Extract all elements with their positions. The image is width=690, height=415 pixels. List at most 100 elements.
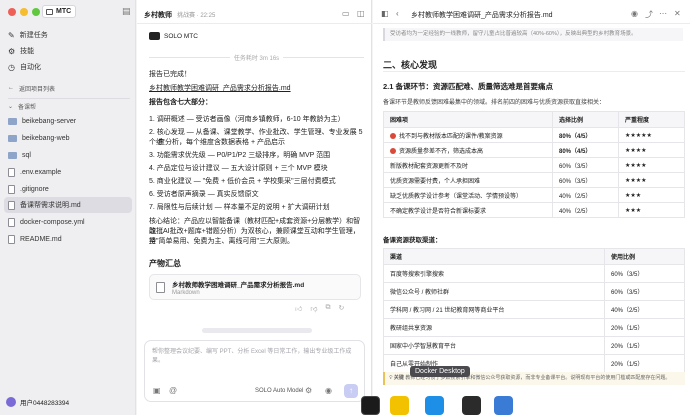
file-tree-item[interactable]: README.md [4,231,132,247]
chat-message-line: 7. 局限性与后续计划 — 样本量不足的说明 + 扩大调研计划 [149,204,330,211]
nav-skills[interactable]: ⚙ 技能 [4,43,132,59]
back-to-projects[interactable]: ← 返回项目列表 [4,80,132,96]
lightbulb-icon: 💡︎ [389,375,393,381]
table-cell: 60%（3/5） [552,172,619,188]
nav-new-task[interactable]: ✎ 新建任务 [4,27,132,43]
sidebar: MTC ▤ ✎ 新建任务 ⚙ 技能 ◷ 自动化 ← 返回项目列表 ⌄ 备课帮 b… [0,0,136,415]
terminal-icon[interactable]: ▭ [342,9,350,18]
chevron-down-icon: ⌄ [8,103,14,110]
table-cell: 找不到与教材版本匹配的课件/教案资源 [383,127,553,143]
dock-tooltip: Docker Desktop [410,366,470,377]
intro-blockquote: 受访者均为一定经验的一线教师，留守儿童占比普遍较高（40%-60%），反映出典型… [383,28,683,41]
sidebar-toggle-icon[interactable]: ◧ [381,9,389,18]
table-cell: 优质资源需要付费，个人承担困难 [383,172,553,188]
user-profile[interactable]: 用户0448283394 [6,397,69,407]
subheading: 备课资源获取渠道： [383,237,442,244]
docker-app-icon[interactable] [425,396,444,415]
table-cell: ★★★ [618,202,685,218]
table-row: 优质资源需要付费，个人承担困难 60%（3/5） ★★★★ [383,172,685,188]
file-name: docker-compose.yml [20,218,85,226]
refresh-icon[interactable]: ↻ [338,304,344,313]
table-cell: 20%（1/5） [604,354,685,373]
file-tree-item-selected[interactable]: 备课帮需求说明.md [4,197,132,213]
close-icon[interactable]: ✕ [674,9,681,18]
agent-badge: SOLO MTC [149,32,198,40]
column-header: 使用比例 [604,248,685,265]
chat-input-box[interactable]: 帮你整理会议纪要、编写 PPT、分析 Excel 等日常工作，输出专业级工作成果… [144,340,365,402]
nav-automation[interactable]: ◷ 自动化 [4,59,132,75]
file-icon [8,217,15,227]
back-arrow-icon[interactable]: ‹ [396,9,399,18]
file-tree-item[interactable]: sql [4,147,132,163]
notes-app-icon[interactable] [390,396,409,415]
chat-message-line: 3. 功能需求优先级 — P0/P1/P2 三级排序，明确 MVP 范围 [149,152,331,159]
screenshot-app-icon[interactable] [462,396,481,415]
table-row: 新版教材配套资源更新不及时 60%（3/5） ★★★★ [383,157,685,173]
at-mention-icon[interactable]: @ [169,386,177,395]
chat-header: 乡村教师 挑战赛 · 22:25 [144,10,215,20]
table-cell: 60%（3/5） [604,264,685,283]
file-name: 备课帮需求说明.md [20,202,81,209]
model-selector[interactable]: SOLO Auto Model [255,388,303,394]
maximize-window-button[interactable] [32,8,40,16]
attach-image-icon[interactable]: ▣ [153,386,161,395]
chat-input-placeholder[interactable]: 帮你整理会议纪要、编写 PPT、分析 Excel 等日常工作，输出专业级工作成果… [152,348,357,366]
file-name: beikebang-web [22,134,70,142]
more-icon[interactable]: ⋯ [659,9,667,18]
task-duration: 任务耗时 3m 16s [149,53,364,62]
jetbrains-app-icon[interactable] [361,396,380,415]
table-cell: 缺乏优质教学设计参考（课堂活动、学情预设等） [383,187,553,203]
table-row: 百度等搜索引擎搜索 60%（3/5） [383,264,685,283]
close-window-button[interactable] [8,8,16,16]
copy-icon[interactable]: ⧉ [325,304,330,313]
difficulty-table: 困难项 选择比例 严重程度 找不到与教材版本匹配的课件/教案资源 80%（4/5… [383,111,685,218]
file-tree-item[interactable]: .gitignore [4,181,132,197]
file-name: beikebang-server [22,117,77,125]
project-name: 备课帮 [18,104,37,111]
table-cell: 学科网 / 教习网 / 21 世纪教育网等商业平台 [383,300,605,319]
table-cell: 80%（4/5） [552,142,619,158]
share-icon[interactable]: ⤴ [645,9,653,20]
workspace-name: MTC [56,8,72,15]
project-root[interactable]: ⌄ 备课帮 [4,98,132,114]
skill-icon: ⚙ [8,46,16,56]
thumbs-down-icon[interactable]: 👎︎ [310,304,317,313]
panel-toggle-icon[interactable]: ◫ [357,9,365,18]
file-tree-item[interactable]: .env.example [4,164,132,180]
chat-subtitle: 挑战赛 · 22:25 [177,13,216,19]
clock-icon: ◷ [8,62,15,72]
table-cell: 不确定教学设计是否符合新课标要求 [383,202,553,218]
scroll-indicator [202,328,312,333]
red-dot-icon [390,132,396,139]
artifact-card[interactable]: 乡村教师教学困难调研_产品需求分析报告.md Markdown [149,274,361,300]
chat-message-line: 1. 调研概述 — 受访者画像（河南乡镇教师，6-10 年教龄为主） [149,116,345,123]
divider [373,23,690,24]
report-link[interactable]: 乡村教师教学困难调研_产品需求分析报告.md [149,84,364,94]
table-row: 资源质量参差不齐，筛选成本高 80%（4/5） ★★★★ [383,142,685,158]
table-cell: ★★★★★ [618,127,685,143]
file-tree-item[interactable]: beikebang-server [4,113,132,129]
arrow-app-icon[interactable] [494,396,513,415]
user-name: 用户0448283394 [20,400,70,407]
table-header-row: 渠道 使用比例 [383,248,685,265]
file-tree-item[interactable]: docker-compose.yml [4,214,132,230]
folder-icon [8,134,17,142]
table-cell: ★★★★ [618,157,685,173]
table-cell: 20%（1/5） [604,336,685,355]
table-row: 教研组共享资源 20%（1/5） [383,318,685,337]
table-row: 国家中小学智慧教育平台 20%（1/5） [383,336,685,355]
settings-icon[interactable]: ⚙ [305,386,312,395]
workspace-switcher[interactable]: MTC [42,5,76,18]
minimize-window-button[interactable] [20,8,28,16]
document-viewer: ◧ ‹ 乡村教师教学困难调研_产品需求分析报告.md ◉ ⤴ ⋯ ✕ 受访者均为… [373,0,690,415]
send-button[interactable]: ↑ [344,384,358,398]
preview-eye-icon[interactable]: ◉ [631,9,638,18]
nav-label: 技能 [20,48,35,55]
note-label: 关键 [393,375,404,381]
file-tree-item[interactable]: beikebang-web [4,130,132,146]
voice-icon[interactable]: ◉ [325,386,332,395]
nav-label: 新建任务 [19,32,48,39]
table-row: 学科网 / 教习网 / 21 世纪教育网等商业平台 40%（2/5） [383,300,685,319]
thumbs-up-icon[interactable]: 👍︎ [295,304,302,313]
sidebar-toggle-icon[interactable]: ▤ [122,6,131,17]
